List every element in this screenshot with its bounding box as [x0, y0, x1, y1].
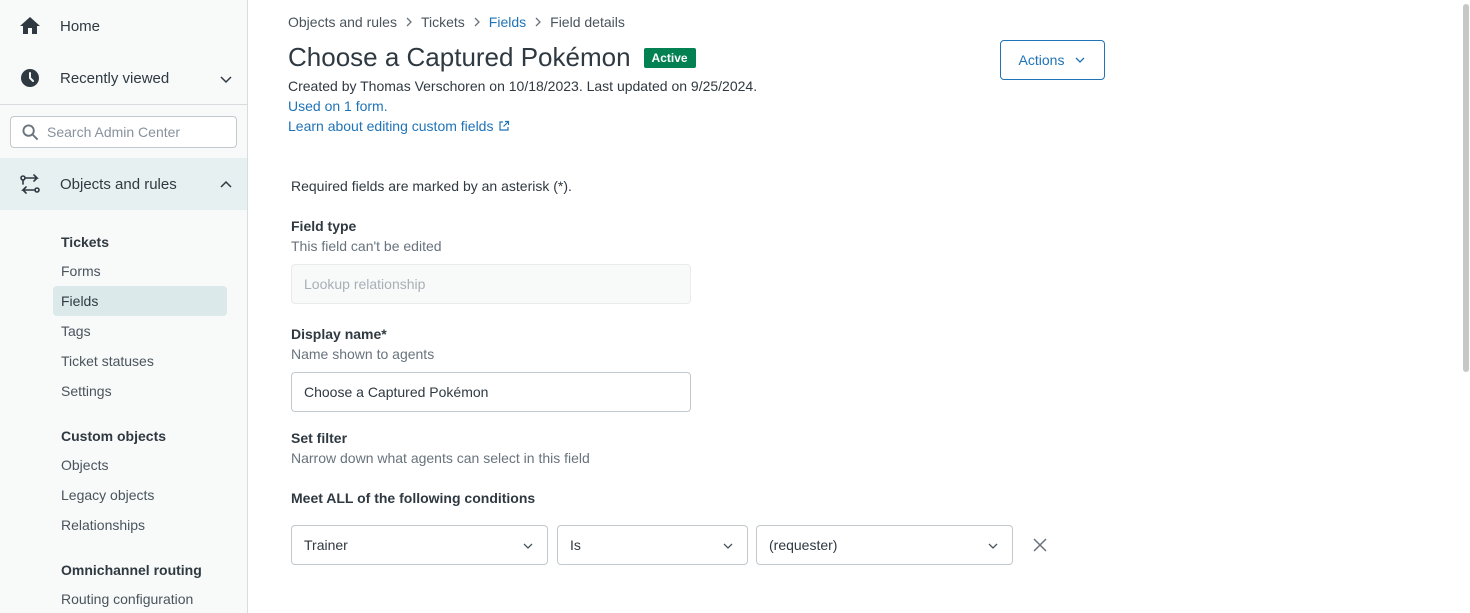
display-name-label: Display name* — [291, 326, 387, 342]
breadcrumb-field-details: Field details — [550, 14, 625, 30]
title-row: Choose a Captured Pokémon Active — [288, 42, 696, 73]
objects-and-rules-icon — [20, 174, 40, 194]
breadcrumb-tickets[interactable]: Tickets — [421, 14, 465, 30]
used-on-forms-link[interactable]: Used on 1 form. — [288, 98, 388, 114]
sidebar-item-legacy-objects[interactable]: Legacy objects — [53, 480, 227, 510]
chevron-down-icon — [723, 543, 733, 549]
sidebar-group-omnichannel-routing: Omnichannel routing — [61, 562, 202, 578]
sidebar-item-routing-configuration[interactable]: Routing configuration — [53, 584, 227, 613]
condition-operator-value: Is — [570, 537, 581, 553]
field-type-input — [291, 264, 691, 304]
nav-home[interactable]: Home — [0, 0, 247, 52]
sidebar-group-tickets: Tickets — [61, 234, 109, 250]
chevron-down-icon — [220, 76, 232, 84]
breadcrumb-objects-and-rules[interactable]: Objects and rules — [288, 14, 397, 30]
nav-recently-viewed-label: Recently viewed — [60, 69, 170, 87]
chevron-right-icon — [406, 17, 412, 27]
scrollbar-thumb[interactable] — [1463, 4, 1469, 372]
breadcrumb: Objects and rules Tickets Fields Field d… — [288, 14, 625, 30]
chevron-down-icon — [523, 543, 533, 549]
field-meta: Created by Thomas Verschoren on 10/18/20… — [288, 78, 758, 94]
sidebar: Home Recently viewed Objects and rules T… — [0, 0, 248, 613]
chevron-up-icon — [220, 180, 232, 188]
chevron-right-icon — [474, 17, 480, 27]
sidebar-item-fields[interactable]: Fields — [53, 286, 227, 316]
home-icon — [20, 17, 40, 34]
sidebar-item-settings[interactable]: Settings — [53, 376, 227, 406]
scrollbar[interactable] — [1461, 0, 1470, 613]
display-name-input[interactable] — [291, 372, 691, 412]
actions-label: Actions — [1018, 52, 1065, 68]
nav-objects-and-rules[interactable]: Objects and rules — [0, 158, 247, 210]
field-type-hint: This field can't be edited — [291, 238, 442, 254]
search-input[interactable] — [47, 117, 232, 147]
chevron-right-icon — [535, 17, 542, 27]
search-box — [10, 116, 237, 148]
chevron-down-icon — [1075, 57, 1085, 63]
sidebar-item-objects[interactable]: Objects — [53, 450, 227, 480]
condition-value-value: (requester) — [769, 537, 838, 553]
clock-icon — [21, 69, 39, 87]
actions-button[interactable]: Actions — [1000, 40, 1105, 80]
nav-objects-and-rules-label: Objects and rules — [60, 175, 177, 193]
set-filter-hint: Narrow down what agents can select in th… — [291, 450, 590, 466]
remove-condition-close-icon[interactable] — [1030, 535, 1050, 555]
divider — [0, 104, 247, 105]
breadcrumb-fields[interactable]: Fields — [489, 14, 526, 30]
condition-operator-select[interactable]: Is — [557, 525, 748, 565]
chevron-down-icon — [988, 543, 998, 549]
field-type-label: Field type — [291, 218, 357, 234]
set-filter-label: Set filter — [291, 430, 348, 446]
condition-field-value: Trainer — [304, 537, 348, 553]
status-badge: Active — [643, 47, 696, 68]
search-icon — [22, 124, 39, 141]
external-link-icon — [499, 120, 510, 131]
sidebar-item-ticket-statuses[interactable]: Ticket statuses — [53, 346, 227, 376]
display-name-hint: Name shown to agents — [291, 346, 435, 362]
condition-value-select[interactable]: (requester) — [756, 525, 1013, 565]
condition-field-select[interactable]: Trainer — [291, 525, 548, 565]
main-content: Objects and rules Tickets Fields Field d… — [248, 0, 1470, 613]
nav-recently-viewed[interactable]: Recently viewed — [0, 52, 247, 104]
conditions-heading: Meet ALL of the following conditions — [291, 490, 536, 506]
learn-editing-label: Learn about editing custom fields — [288, 118, 494, 134]
learn-editing-link[interactable]: Learn about editing custom fields — [288, 118, 510, 134]
required-note: Required fields are marked by an asteris… — [291, 178, 572, 194]
sidebar-group-custom-objects: Custom objects — [61, 428, 167, 444]
sidebar-item-tags[interactable]: Tags — [53, 316, 227, 346]
sidebar-item-relationships[interactable]: Relationships — [53, 510, 227, 540]
sidebar-item-forms[interactable]: Forms — [53, 256, 227, 286]
page-title: Choose a Captured Pokémon — [288, 42, 631, 72]
nav-home-label: Home — [60, 17, 101, 35]
